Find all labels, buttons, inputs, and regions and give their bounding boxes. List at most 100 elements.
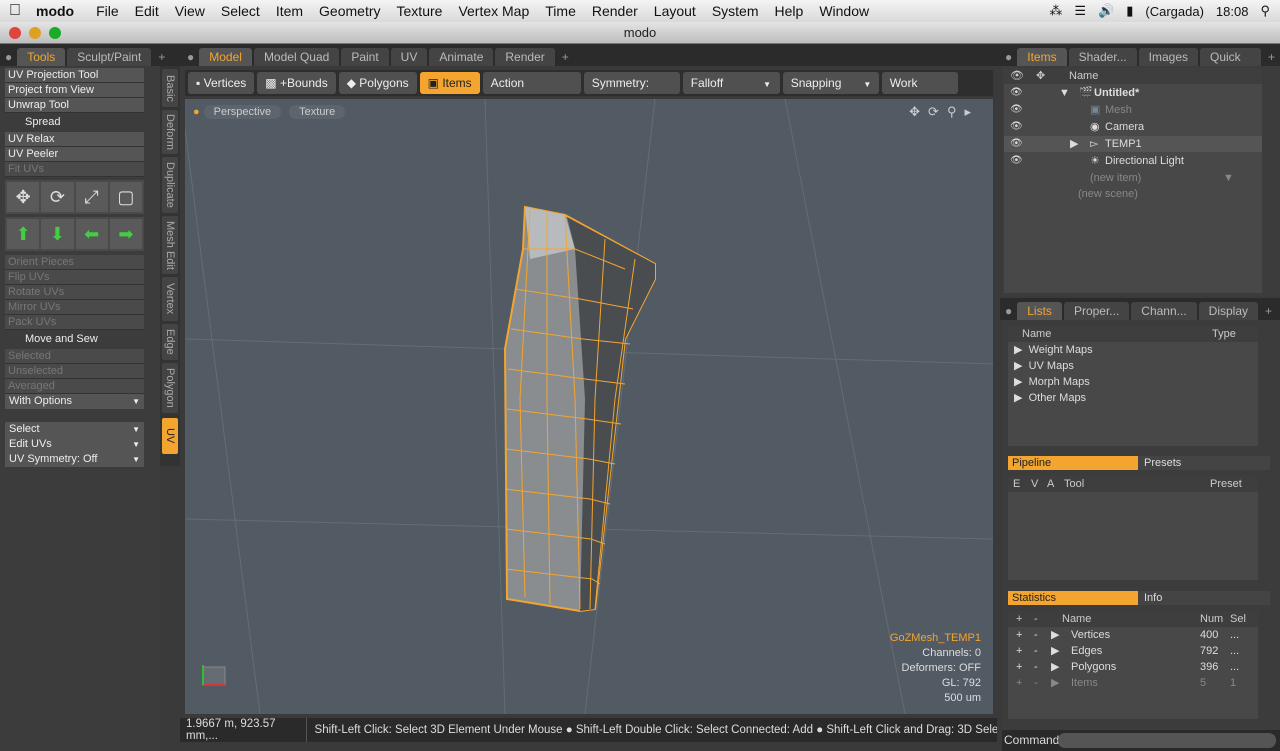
project-from-view-button[interactable]: Project from View — [5, 83, 144, 98]
move-and-sew-section-header[interactable]: Move and Sew — [5, 332, 144, 347]
falloff-dropdown[interactable]: Falloff ▼ — [682, 72, 780, 94]
lists-type-header[interactable]: Type — [1212, 326, 1236, 342]
tab-channels[interactable]: Chann... — [1131, 302, 1197, 320]
add-tab-icon[interactable]: + — [1260, 302, 1277, 320]
uv-relax-button[interactable]: UV Relax — [5, 132, 144, 147]
close-window-icon[interactable] — [9, 27, 21, 39]
add-tab-icon[interactable]: + — [557, 48, 574, 66]
bluetooth-icon[interactable]: ⁂ — [1049, 3, 1062, 19]
menu-view[interactable]: View — [167, 3, 213, 19]
eye-icon[interactable]: 👁 — [1010, 153, 1023, 169]
stat-sel-header[interactable]: Sel — [1230, 611, 1246, 627]
tab-render[interactable]: Render — [495, 48, 555, 66]
menu-help[interactable]: Help — [767, 3, 812, 19]
tab-sculpt-paint[interactable]: Sculpt/Paint — [67, 48, 152, 66]
expand-icon[interactable]: ▸ — [964, 104, 979, 119]
rotate-icon[interactable]: ⟳ — [41, 182, 74, 212]
vtab-vertex[interactable]: Vertex — [162, 277, 178, 321]
with-options-dropdown[interactable]: With Options ▼ — [5, 394, 144, 409]
add-stat-icon[interactable]: + — [1016, 611, 1022, 627]
table-row[interactable]: + - ▶ Edges 792... — [1008, 643, 1258, 659]
menu-select[interactable]: Select — [213, 3, 268, 19]
tab-tools[interactable]: Tools — [17, 48, 66, 66]
expand-icon[interactable]: ▶ — [1070, 136, 1078, 152]
pipeline-v-header[interactable]: V — [1031, 476, 1038, 492]
pipeline-preset-header[interactable]: Preset — [1210, 476, 1242, 492]
bounds-button[interactable]: ▩ +Bounds — [257, 72, 336, 94]
add-icon[interactable]: + — [1016, 675, 1022, 691]
vtab-duplicate[interactable]: Duplicate — [162, 157, 178, 213]
add-icon[interactable]: + — [1016, 659, 1022, 675]
arrow-left-icon[interactable]: ⬅ — [75, 219, 108, 249]
eye-icon[interactable]: 👁 — [1010, 119, 1023, 135]
sew-averaged-button[interactable]: Averaged — [5, 379, 144, 394]
add-tab-icon[interactable]: + — [153, 48, 170, 66]
expand-icon[interactable]: ▶ — [1014, 344, 1022, 356]
remove-icon[interactable]: - — [1034, 675, 1038, 691]
pipeline-tool-header[interactable]: Tool — [1064, 476, 1084, 492]
pack-uvs-button[interactable]: Pack UVs — [5, 315, 144, 330]
list-item[interactable]: ▶ UV Maps — [1014, 358, 1074, 374]
vtab-basic[interactable]: Basic — [162, 69, 178, 107]
minimize-window-icon[interactable] — [29, 27, 41, 39]
expand-icon[interactable]: ▶ — [1014, 360, 1022, 372]
zoom-window-icon[interactable] — [49, 27, 61, 39]
mirror-uvs-button[interactable]: Mirror UVs — [5, 300, 144, 315]
table-row[interactable]: + - ▶ Polygons 396... — [1008, 659, 1258, 675]
list-item[interactable]: ▶ Weight Maps — [1014, 342, 1093, 358]
scale-icon[interactable]: ⤢ — [75, 182, 108, 212]
tab-model[interactable]: Model — [199, 48, 252, 66]
rotate-uvs-button[interactable]: Rotate UVs — [5, 285, 144, 300]
tab-animate[interactable]: Animate — [429, 48, 494, 66]
tab-display[interactable]: Display — [1198, 302, 1259, 320]
action-center-dropdown[interactable]: Action Center▼ — [482, 72, 581, 112]
vtab-uv[interactable]: UV — [162, 418, 178, 454]
remove-stat-icon[interactable]: - — [1034, 611, 1038, 627]
snapping-dropdown[interactable]: Snapping ▼ — [782, 72, 879, 94]
tab-shader[interactable]: Shader... — [1068, 48, 1137, 66]
new-scene-row[interactable]: (new scene) — [1078, 186, 1138, 202]
zoom-icon[interactable]: ⚲ — [947, 104, 965, 119]
wifi-icon[interactable]: ☰ — [1074, 3, 1086, 19]
spread-section-header[interactable]: Spread — [5, 115, 144, 130]
expand-icon[interactable]: ▶ — [1051, 643, 1059, 659]
vtab-polygon[interactable]: Polygon — [162, 363, 178, 413]
mesh-goz-temp1[interactable] — [503, 205, 656, 613]
apple-icon[interactable]:  — [0, 2, 30, 20]
sew-unselected-button[interactable]: Unselected — [5, 364, 144, 379]
symmetry-dropdown[interactable]: Symmetry: Off▼ — [583, 72, 680, 112]
transform-icon[interactable]: ▢ — [109, 182, 142, 212]
uv-peeler-button[interactable]: UV Peeler — [5, 147, 144, 162]
orient-pieces-button[interactable]: Orient Pieces — [5, 255, 144, 270]
stat-num-header[interactable]: Num — [1200, 611, 1223, 627]
remove-icon[interactable]: - — [1034, 643, 1038, 659]
vtab-mesh-edit[interactable]: Mesh Edit — [162, 216, 178, 274]
spotlight-icon[interactable]: ⚲ — [1260, 3, 1270, 19]
new-item-row[interactable]: (new item) ▼ — [1090, 170, 1240, 186]
list-item[interactable]: ▶ Other Maps — [1014, 390, 1086, 406]
work-plane-dropdown[interactable]: Work Plane▼ — [881, 72, 958, 112]
vtab-edge[interactable]: Edge — [162, 324, 178, 360]
pan-icon[interactable]: ✥ — [909, 104, 928, 119]
expand-icon[interactable]: ▶ — [1051, 675, 1059, 691]
uv-symmetry-dropdown[interactable]: UV Symmetry: Off ▼ — [5, 452, 144, 467]
tab-info[interactable]: Info — [1138, 591, 1270, 605]
menu-file[interactable]: File — [88, 3, 127, 19]
expand-icon[interactable]: ▶ — [1051, 627, 1059, 643]
add-tab-icon[interactable]: + — [1263, 48, 1280, 66]
unwrap-tool-button[interactable]: Unwrap Tool — [5, 98, 144, 113]
menu-window[interactable]: Window — [811, 3, 877, 19]
tab-images[interactable]: Images — [1138, 48, 1198, 66]
vtab-deform[interactable]: Deform — [162, 110, 178, 154]
lock-column-icon[interactable]: ✥ — [1036, 68, 1045, 84]
menu-geometry[interactable]: Geometry — [311, 3, 388, 19]
polygons-mode-button[interactable]: ◆ Polygons — [338, 72, 417, 94]
tree-row-camera[interactable]: 👁 ◉ Camera — [1004, 119, 1262, 135]
arrow-right-icon[interactable]: ➡ — [109, 219, 142, 249]
right-tabbar-menu-icon[interactable]: ● — [1000, 48, 1017, 66]
orbit-icon[interactable]: ⟳ — [928, 104, 947, 119]
app-menu[interactable]: modo — [30, 3, 80, 19]
tree-row-scene[interactable]: 👁 ▼ 🎬 Untitled* — [1004, 85, 1262, 101]
command-input[interactable] — [1058, 733, 1276, 748]
list-item[interactable]: ▶ Morph Maps — [1014, 374, 1090, 390]
